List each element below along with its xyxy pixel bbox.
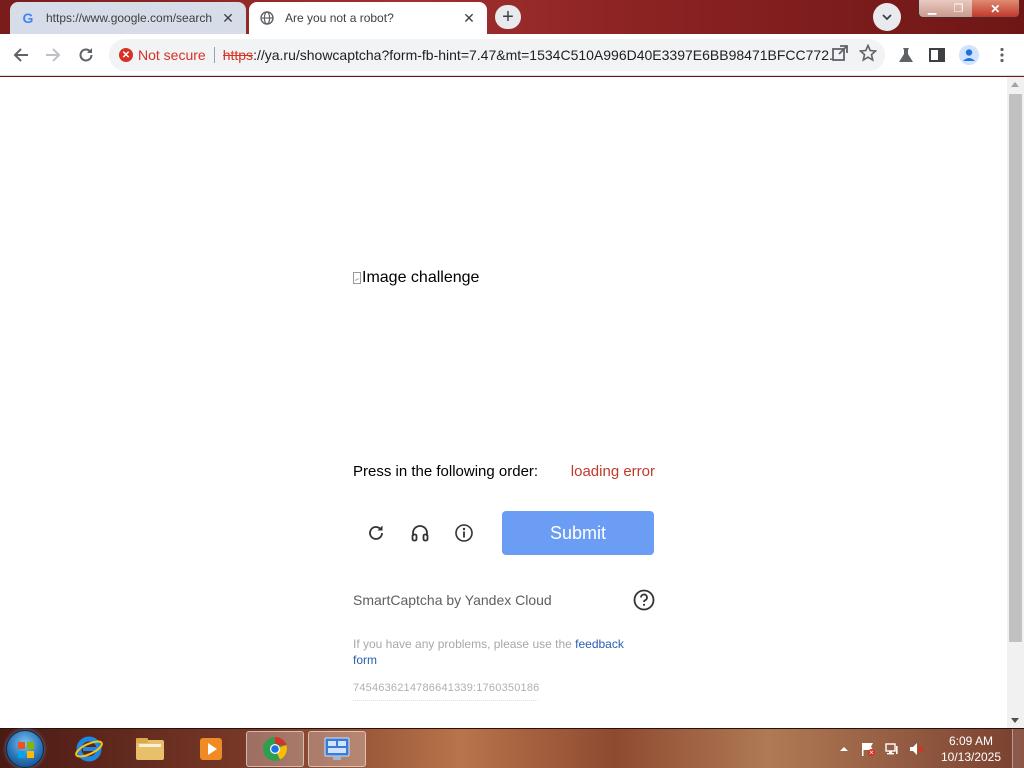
svg-text:✕: ✕ xyxy=(869,750,874,757)
tab-google-search[interactable]: G https://www.google.com/search ✕ xyxy=(10,2,246,34)
clock-date: 10/13/2025 xyxy=(940,750,1002,764)
problem-notice: If you have any problems, please use the… xyxy=(353,636,643,668)
window-close-button[interactable]: ✕ xyxy=(971,0,1019,17)
labs-button[interactable] xyxy=(893,42,919,68)
taskbar-internet-explorer[interactable] xyxy=(60,731,118,767)
show-desktop-button[interactable] xyxy=(1012,729,1024,768)
scroll-up-icon[interactable] xyxy=(1011,82,1019,87)
side-panel-button[interactable] xyxy=(924,42,950,68)
avatar-icon xyxy=(959,45,979,65)
windows-logo-icon xyxy=(18,742,34,758)
control-panel-icon xyxy=(324,737,350,760)
problem-text: If you have any problems, please use the xyxy=(353,637,576,651)
scroll-down-icon[interactable] xyxy=(1011,718,1019,723)
media-player-icon xyxy=(200,738,222,760)
google-icon: G xyxy=(22,10,34,26)
menu-button[interactable] xyxy=(989,42,1015,68)
tab-search-button[interactable] xyxy=(873,3,901,31)
omnibox-actions xyxy=(831,43,878,65)
flask-icon xyxy=(899,48,913,62)
tab-captcha[interactable]: Are you not a robot? ✕ xyxy=(249,2,487,34)
share-icon[interactable] xyxy=(831,44,849,65)
arrow-right-icon xyxy=(46,48,61,62)
new-tab-button[interactable]: + xyxy=(495,5,521,29)
url-text[interactable]: https://ya.ru/showcaptcha?form-fb-hint=7… xyxy=(223,47,833,63)
url-scheme: https xyxy=(222,47,254,63)
brand-label: SmartCaptcha by Yandex Cloud xyxy=(353,592,552,608)
headphones-icon[interactable] xyxy=(408,521,432,545)
network-icon[interactable] xyxy=(884,741,900,757)
windows-taskbar: ✕ 6:09 AM 10/13/2025 xyxy=(0,728,1024,768)
browser-toolbar: ✕ Not secure https://ya.ru/showcaptcha?f… xyxy=(0,34,1024,76)
side-panel-icon xyxy=(929,48,945,62)
restore-button[interactable]: ❐ xyxy=(945,0,972,17)
folder-icon xyxy=(136,738,164,760)
taskbar-media-player[interactable] xyxy=(182,731,240,767)
taskbar-chrome[interactable] xyxy=(246,731,304,767)
window-controls: ▁ ❐ ✕ xyxy=(918,0,1020,18)
volume-muted-icon[interactable] xyxy=(908,741,924,757)
taskbar-file-explorer[interactable] xyxy=(121,731,179,767)
system-clock[interactable]: 6:09 AM 10/13/2025 xyxy=(930,733,1012,765)
scroll-thumb[interactable] xyxy=(1009,94,1022,642)
image-alt-text: Image challenge xyxy=(362,269,480,286)
divider xyxy=(213,47,215,63)
kebab-menu-icon xyxy=(1000,47,1004,63)
submit-button[interactable]: Submit xyxy=(502,511,654,555)
order-label: Press in the following order: xyxy=(353,463,539,480)
close-icon[interactable]: ✕ xyxy=(461,10,477,26)
back-button[interactable] xyxy=(8,42,34,68)
action-center-flag-icon[interactable]: ✕ xyxy=(860,741,876,757)
captcha-controls: Submit xyxy=(353,511,655,555)
brand-row: SmartCaptcha by Yandex Cloud xyxy=(353,588,655,612)
request-id: 7454636214786641339:1760350186 xyxy=(353,682,540,694)
url-rest: ://ya.ru/showcaptcha?form-fb-hint=7.47&m… xyxy=(253,47,833,63)
help-icon[interactable] xyxy=(633,589,655,611)
globe-icon xyxy=(259,10,275,26)
refresh-icon[interactable] xyxy=(364,521,388,545)
broken-image-icon xyxy=(353,272,361,284)
internet-explorer-icon xyxy=(75,736,103,762)
reload-icon xyxy=(79,48,93,62)
security-label[interactable]: Not secure xyxy=(138,47,206,63)
arrow-left-icon xyxy=(13,48,28,62)
order-status: loading error xyxy=(570,463,655,480)
minimize-button[interactable]: ▁ xyxy=(919,0,946,17)
show-hidden-icons-icon[interactable] xyxy=(836,741,852,757)
browser-titlebar: G https://www.google.com/search ✕ Are yo… xyxy=(0,0,1024,34)
forward-button[interactable] xyxy=(40,42,66,68)
captcha-widget: Image challenge Press in the following o… xyxy=(353,77,655,728)
close-icon[interactable]: ✕ xyxy=(220,10,236,26)
warning-icon[interactable]: ✕ xyxy=(119,48,133,62)
chevron-down-icon xyxy=(882,14,892,21)
reload-button[interactable] xyxy=(73,42,99,68)
divider xyxy=(353,697,538,701)
clock-time: 6:09 AM xyxy=(948,734,994,748)
taskbar-control-panel[interactable] xyxy=(308,731,366,767)
image-challenge[interactable]: Image challenge xyxy=(353,269,479,287)
chrome-icon xyxy=(263,736,287,761)
tab-title: Are you not a robot? xyxy=(285,11,394,25)
address-bar[interactable]: ✕ Not secure https://ya.ru/showcaptcha?f… xyxy=(109,39,885,71)
order-row: Press in the following order: loading er… xyxy=(353,463,655,480)
vertical-scrollbar[interactable] xyxy=(1007,77,1024,728)
profile-button[interactable] xyxy=(956,42,982,68)
start-button[interactable] xyxy=(6,730,44,768)
info-icon[interactable] xyxy=(452,521,476,545)
page-viewport: Image challenge Press in the following o… xyxy=(0,77,1024,728)
system-tray: ✕ 6:09 AM 10/13/2025 xyxy=(832,729,1024,768)
tab-title: https://www.google.com/search xyxy=(46,11,213,25)
bookmark-star-icon[interactable] xyxy=(858,43,878,65)
